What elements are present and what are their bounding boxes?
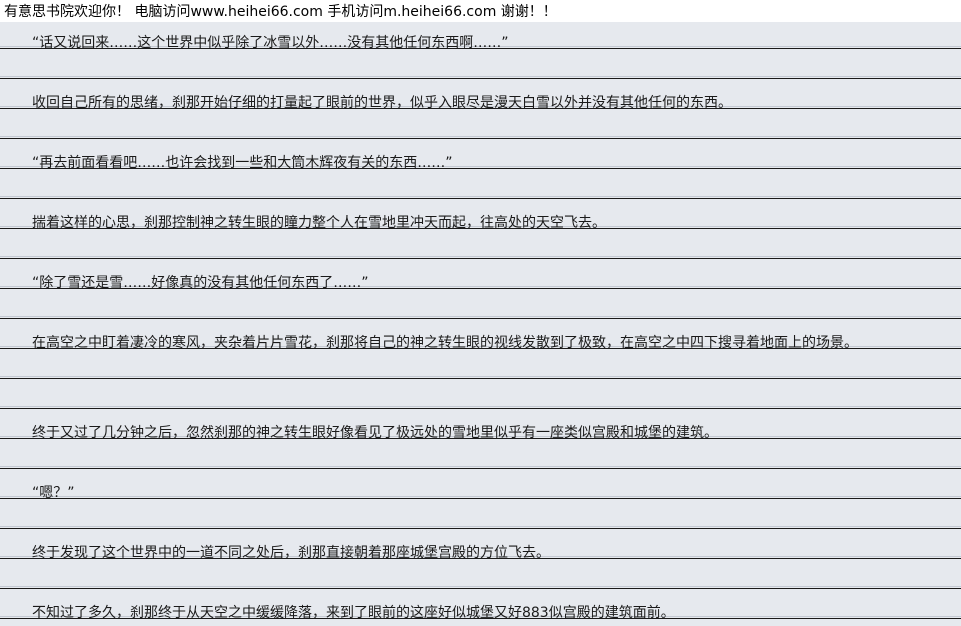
- paragraph: 收回自己所有的思绪，刹那开始仔细的打量起了眼前的世界，似乎入眼尽是漫天白雪以外并…: [32, 95, 732, 111]
- paragraph: “再去前面看看吧……也许会找到一些和大筒木辉夜有关的东西……”: [32, 155, 453, 171]
- paragraph: 终于发现了这个世界中的一道不同之处后，刹那直接朝着那座城堡宫殿的方位飞去。: [32, 545, 550, 561]
- paragraph: “话又说回来……这个世界中似乎除了冰雪以外……没有其他任何东西啊……”: [32, 35, 509, 51]
- paragraph: 终于又过了几分钟之后，忽然刹那的神之转生眼好像看见了极远处的雪地里似乎有一座类似…: [32, 425, 718, 441]
- paragraph: “嗯？”: [32, 485, 75, 501]
- paragraph: 不知过了多久，刹那终于从天空之中缓缓降落，来到了眼前的这座好似城堡又好883似宫…: [32, 605, 675, 621]
- chapter-text: “话又说回来……这个世界中似乎除了冰雪以外……没有其他任何东西啊……” 收回自己…: [0, 22, 961, 626]
- site-banner: 有意思书院欢迎你！ 电脑访问www.heihei66.com 手机访问m.hei…: [0, 0, 961, 22]
- paragraph: 揣着这样的心思，刹那控制神之转生眼的瞳力整个人在雪地里冲天而起，往高处的天空飞去…: [32, 215, 606, 231]
- paragraph: “除了雪还是雪……好像真的没有其他任何东西了……”: [32, 275, 369, 291]
- paragraph: 在高空之中盯着凄冷的寒风，夹杂着片片雪花，刹那将自己的神之转生眼的视线发散到了极…: [32, 335, 858, 351]
